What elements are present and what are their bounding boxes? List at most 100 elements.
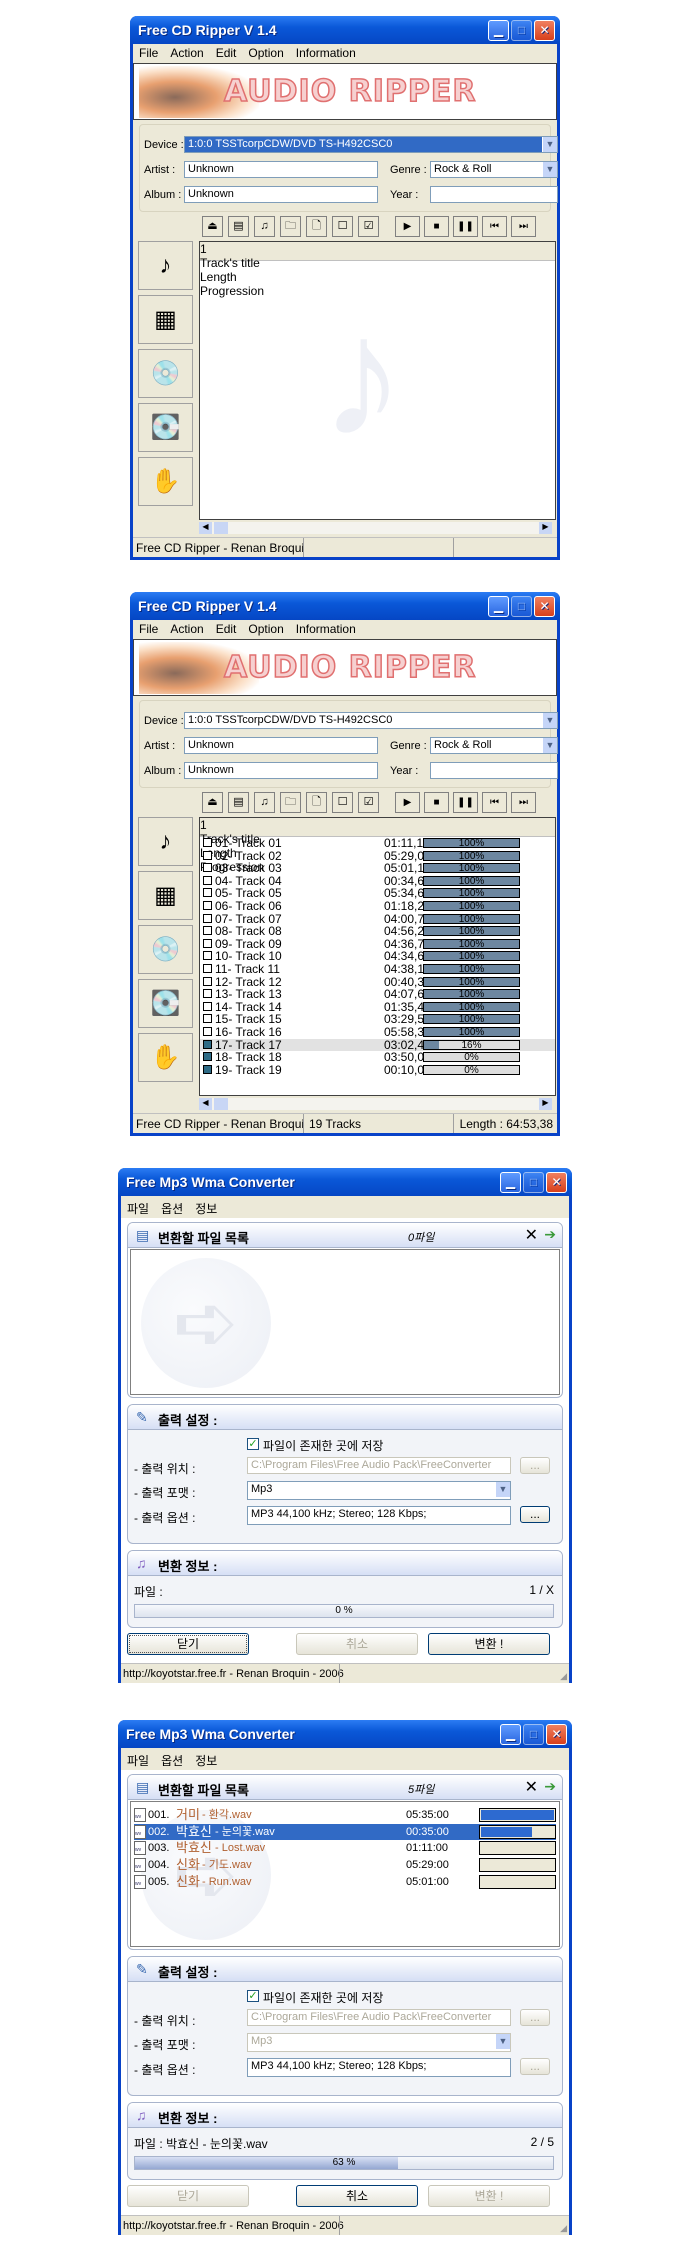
side-button-wav-rip[interactable]: 💽: [138, 403, 193, 452]
horizontal-scrollbar[interactable]: ◀ ▶: [199, 1098, 552, 1110]
output-location-input[interactable]: C:\Program Files\Free Audio Pack\FreeCon…: [247, 1457, 511, 1474]
notepad-button[interactable]: ▤: [228, 792, 249, 813]
menu-item[interactable]: Option: [248, 622, 283, 637]
track-checkbox[interactable]: [203, 938, 212, 948]
output-options-input[interactable]: MP3 44,100 kHz; Stereo; 128 Kbps;: [247, 1506, 511, 1525]
track-checkbox[interactable]: [203, 1001, 212, 1011]
new-file-button[interactable]: 🗋: [306, 792, 327, 813]
side-button-wav-rip[interactable]: 💽: [138, 979, 193, 1028]
side-button-freedb[interactable]: ▦: [138, 871, 193, 920]
previous-button[interactable]: ⏮: [482, 216, 507, 237]
location-browse-button[interactable]: ...: [520, 1457, 550, 1474]
device-select[interactable]: 1:0:0 TSSTcorpCDW/DVD TS-H492CSC0 ▼: [184, 712, 558, 729]
menu-item[interactable]: 파일: [127, 1752, 149, 1768]
year-input[interactable]: [430, 762, 558, 779]
track-row[interactable]: 01- Track 01 01:11,11 100%: [200, 837, 555, 850]
track-row[interactable]: 11- Track 11 04:38,17 100%: [200, 963, 555, 976]
maximize-button[interactable]: □: [523, 1172, 544, 1193]
eject-button[interactable]: ⏏: [202, 792, 223, 813]
previous-button[interactable]: ⏮: [482, 792, 507, 813]
menu-item[interactable]: 옵션: [161, 1752, 183, 1768]
track-checkbox[interactable]: [203, 1039, 212, 1049]
stop-button[interactable]: ■: [424, 216, 449, 237]
notepad-button[interactable]: ▤: [228, 216, 249, 237]
track-checkbox[interactable]: [203, 850, 212, 860]
folder-button[interactable]: 🗀: [280, 792, 301, 813]
album-input[interactable]: Unknown: [184, 762, 378, 779]
add-files-icon[interactable]: ➔: [544, 1778, 556, 1795]
minimize-button[interactable]: ▁: [488, 20, 509, 41]
eject-button[interactable]: ⏏: [202, 216, 223, 237]
next-button[interactable]: ⏭: [511, 792, 536, 813]
resize-grip-icon[interactable]: ◢: [560, 2223, 567, 2234]
track-checkbox[interactable]: [203, 875, 212, 885]
output-location-input[interactable]: C:\Program Files\Free Audio Pack\FreeCon…: [247, 2009, 511, 2026]
file-row[interactable]: wv 002. 박효신 - 눈의꽃.wav 00:35:00: [134, 1823, 556, 1841]
side-button-cd-music[interactable]: ♪: [138, 241, 193, 290]
menu-item[interactable]: Information: [296, 622, 356, 637]
chevron-down-icon[interactable]: ▼: [542, 713, 557, 728]
close-window-button[interactable]: ✕: [546, 1172, 567, 1193]
menu-item[interactable]: Option: [248, 46, 283, 61]
column-header-title[interactable]: Track's title: [200, 256, 555, 270]
play-button[interactable]: ▶: [395, 792, 420, 813]
track-checkbox[interactable]: [203, 926, 212, 936]
close-button[interactable]: 닫기: [127, 1633, 249, 1655]
options-browse-button[interactable]: ...: [520, 1506, 550, 1523]
side-button-stop-hand[interactable]: ✋: [138, 1033, 193, 1082]
track-row[interactable]: 19- Track 19 00:10,00 0%: [200, 1064, 555, 1077]
track-checkbox[interactable]: [203, 1052, 212, 1062]
close-window-button[interactable]: ✕: [534, 20, 555, 41]
horizontal-scrollbar[interactable]: ◀ ▶: [199, 522, 552, 534]
scroll-right-button[interactable]: ▶: [539, 1098, 552, 1110]
track-row[interactable]: 03- Track 03 05:01,11 100%: [200, 862, 555, 875]
menu-item[interactable]: Edit: [216, 622, 237, 637]
track-row[interactable]: 18- Track 18 03:50,04 0%: [200, 1051, 555, 1064]
track-checkbox[interactable]: [203, 901, 212, 910]
menu-item[interactable]: File: [139, 46, 158, 61]
genre-select[interactable]: Rock & Roll ▼: [430, 161, 558, 178]
music-note-button[interactable]: ♫: [254, 216, 275, 237]
convert-button[interactable]: 변환 !: [428, 2185, 550, 2207]
side-button-mp3-rip[interactable]: 💿: [138, 349, 193, 398]
convert-button[interactable]: 변환 !: [428, 1633, 550, 1655]
track-list[interactable]: 1 Track's title Length Progression 01- Track…: [199, 817, 556, 1096]
check-all-button[interactable]: ☑: [358, 792, 379, 813]
genre-select[interactable]: Rock & Roll ▼: [430, 737, 558, 754]
add-files-icon[interactable]: ➔: [544, 1226, 556, 1243]
track-checkbox[interactable]: [203, 863, 212, 873]
output-format-select[interactable]: Mp3 ▼: [247, 2033, 511, 2052]
track-checkbox[interactable]: [203, 964, 212, 973]
chevron-down-icon[interactable]: ▼: [495, 2034, 510, 2049]
file-list[interactable]: ➪: [130, 1249, 560, 1395]
minimize-button[interactable]: ▁: [488, 596, 509, 617]
maximize-button[interactable]: □: [523, 1724, 544, 1745]
scroll-thumb[interactable]: [214, 522, 228, 534]
chevron-down-icon[interactable]: ▼: [542, 738, 557, 753]
menu-item[interactable]: 정보: [195, 1752, 217, 1768]
device-select[interactable]: 1:0:0 TSSTcorpCDW/DVD TS-H492CSC0 ▼: [184, 136, 558, 153]
file-list[interactable]: ➪ wv 001. 거미 - 환각.wav 05:35:00 wv 002. 박효신 - 눈의…: [130, 1801, 560, 1947]
location-browse-button[interactable]: ...: [520, 2009, 550, 2026]
artist-input[interactable]: Unknown: [184, 737, 378, 754]
uncheck-all-button[interactable]: ☐: [332, 216, 353, 237]
scroll-left-button[interactable]: ◀: [199, 522, 212, 534]
track-row[interactable]: 16- Track 16 05:58,36 100%: [200, 1026, 555, 1039]
track-row[interactable]: 06- Track 06 01:18,25 100%: [200, 900, 555, 913]
album-input[interactable]: Unknown: [184, 186, 378, 203]
track-checkbox[interactable]: [203, 1014, 212, 1024]
close-button[interactable]: 닫기: [127, 2185, 249, 2207]
music-note-button[interactable]: ♫: [254, 792, 275, 813]
pause-button[interactable]: ❚❚: [453, 792, 478, 813]
play-button[interactable]: ▶: [395, 216, 420, 237]
track-checkbox[interactable]: [203, 1064, 212, 1074]
menu-item[interactable]: Edit: [216, 46, 237, 61]
track-checkbox[interactable]: [203, 913, 212, 923]
new-file-button[interactable]: 🗋: [306, 216, 327, 237]
menu-item[interactable]: 옵션: [161, 1200, 183, 1216]
menu-item[interactable]: File: [139, 622, 158, 637]
scroll-thumb[interactable]: [214, 1098, 228, 1110]
track-row[interactable]: 13- Track 13 04:07,66 100%: [200, 988, 555, 1001]
file-row[interactable]: wv 001. 거미 - 환각.wav 05:35:00: [134, 1807, 556, 1824]
scroll-right-button[interactable]: ▶: [539, 522, 552, 534]
